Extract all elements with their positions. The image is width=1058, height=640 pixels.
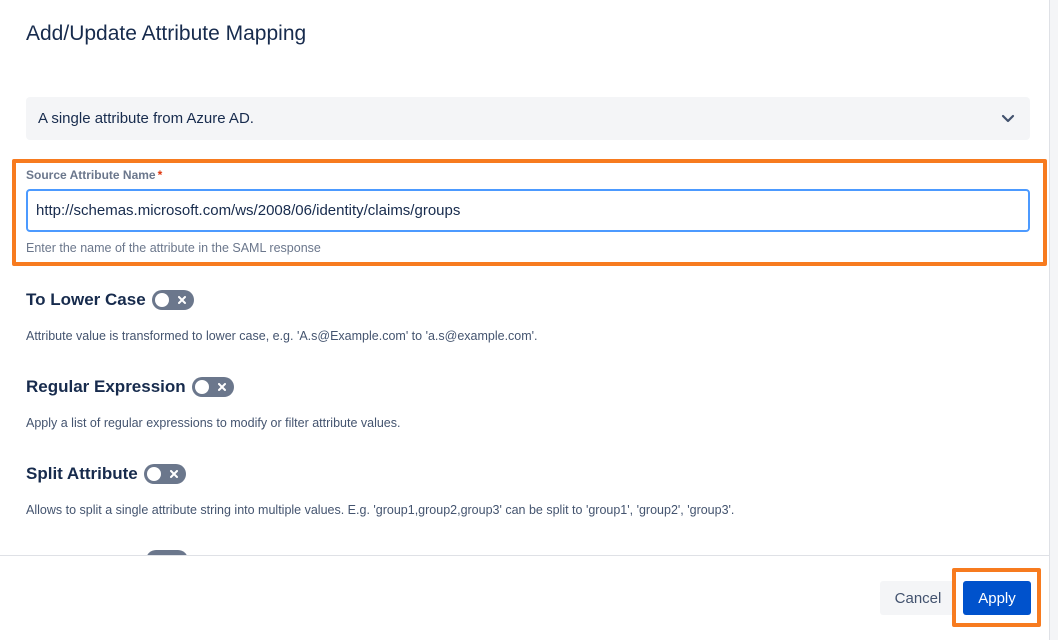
close-icon: [169, 464, 179, 484]
chevron-down-icon[interactable]: [998, 109, 1018, 129]
option-regular-expression: Regular Expression: [26, 377, 234, 397]
option-title: Split Attribute: [26, 464, 138, 483]
regular-expression-toggle[interactable]: [191, 377, 234, 397]
dialog-title: Add/Update Attribute Mapping: [26, 22, 307, 45]
attribute-mapping-dialog: Add/Update Attribute Mapping A single at…: [0, 0, 1049, 640]
attribute-source-select-value: A single attribute from Azure AD.: [38, 110, 254, 127]
footer-divider: [0, 555, 1049, 556]
next-option-toggle-peek: [146, 548, 188, 555]
close-icon: [217, 377, 227, 397]
close-icon: [177, 290, 187, 310]
option-to-lower-case: To Lower Case: [26, 290, 194, 310]
attribute-source-select[interactable]: A single attribute from Azure AD.: [26, 97, 1030, 140]
apply-button-highlight: [952, 568, 1041, 627]
option-title: Regular Expression: [26, 377, 186, 396]
option-split-attribute: Split Attribute: [26, 464, 186, 484]
toggle-knob: [154, 293, 169, 307]
to-lower-case-toggle[interactable]: [151, 290, 194, 310]
source-attribute-highlight: [12, 159, 1047, 266]
split-attribute-toggle[interactable]: [143, 464, 186, 484]
scrollbar[interactable]: [1049, 0, 1058, 640]
toggle-knob: [194, 380, 209, 394]
option-description: Attribute value is transformed to lower …: [26, 329, 538, 343]
toggle-knob: [146, 467, 161, 481]
cancel-button[interactable]: Cancel: [880, 581, 956, 615]
option-description: Allows to split a single attribute strin…: [26, 503, 735, 517]
option-title: To Lower Case: [26, 290, 146, 309]
option-description: Apply a list of regular expressions to m…: [26, 416, 401, 430]
